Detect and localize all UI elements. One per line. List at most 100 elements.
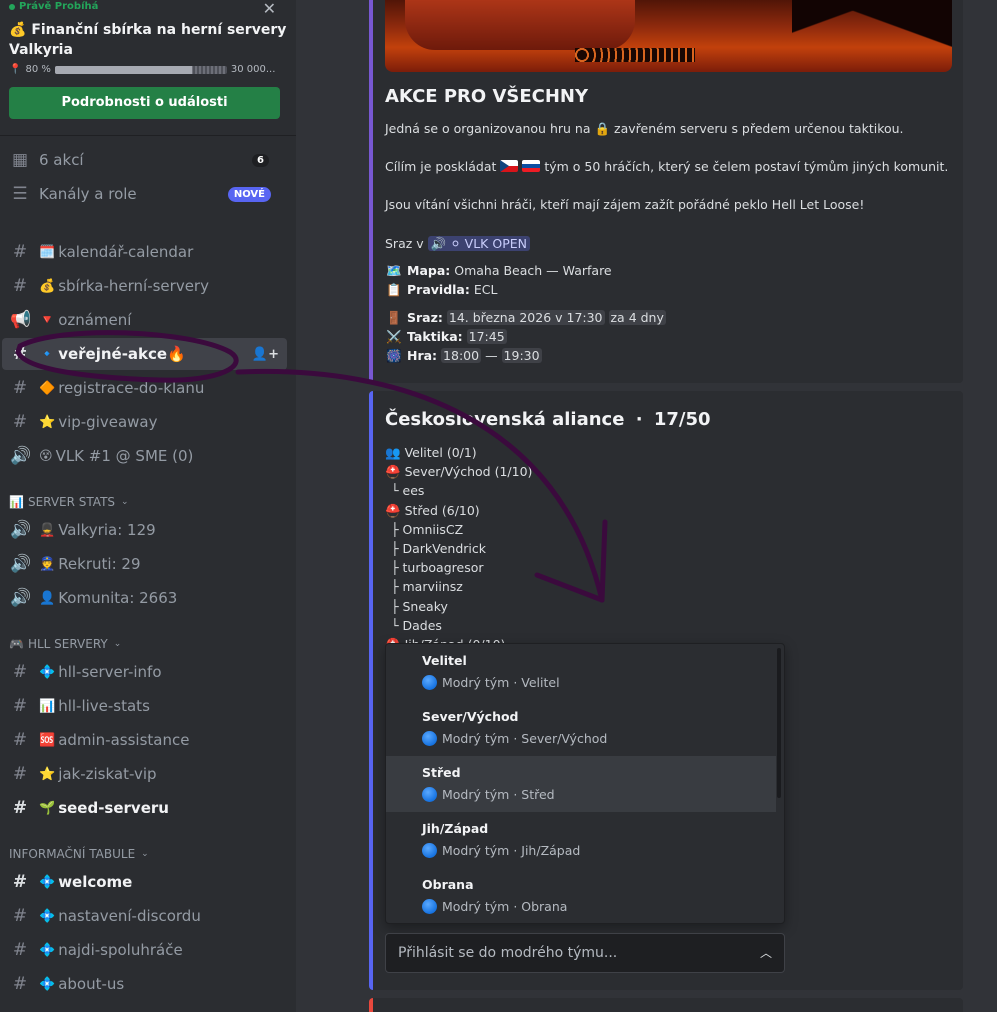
event-details-button[interactable]: Podrobnosti o události	[9, 87, 280, 119]
team-count: 17/50	[653, 409, 711, 430]
dropdown-option[interactable]: Obrana Modrý tým · Obrana	[386, 868, 776, 923]
event-progress: 📍 80 % 30 000...	[9, 64, 287, 75]
channel-admin-assistance[interactable]: # 🆘 admin-assistance	[0, 724, 288, 756]
option-title: Obrana	[422, 877, 474, 892]
field-value: Omaha Beach — Warfare	[454, 263, 612, 278]
roster-row: 👥 Velitel (0/1)	[385, 443, 532, 462]
red-triangle-icon: 🔻	[39, 312, 56, 328]
dropdown-option[interactable]: Velitel Modrý tým · Velitel	[386, 644, 776, 700]
channel-najdi-spoluhrace[interactable]: # 💠 najdi-spoluhráče	[0, 934, 288, 966]
select-placeholder: Přihlásit se do modrého týmu...	[398, 945, 618, 961]
czech-flag-icon	[500, 160, 519, 172]
diamond-icon: 💠	[39, 664, 56, 680]
soldier-silhouette	[792, 0, 952, 72]
blue-circle-icon	[422, 899, 437, 914]
tank-wheels	[575, 48, 695, 62]
hash-thread-icon: #	[12, 798, 28, 818]
add-member-icon[interactable]: 👤+	[252, 347, 279, 362]
channel-label: about-us	[58, 975, 125, 993]
roster-row: ├ turboagresor	[391, 560, 484, 576]
hash-icon: #	[12, 378, 28, 398]
dizzy-face-icon: 😵	[39, 448, 53, 464]
channel-verejne-akce[interactable]: # 🔹 veřejné-akce🔥 👤+	[2, 338, 287, 370]
dropdown-option[interactable]: Sever/Východ Modrý tým · Sever/Východ	[386, 700, 776, 756]
events-row[interactable]: ▦ 6 akcí 6	[0, 144, 288, 176]
stat-channel-komunita[interactable]: 🔊 👤 Komunita: 2663	[0, 582, 288, 614]
lock-icon: 🔒	[594, 121, 611, 136]
option-desc-text: Modrý tým · Střed	[442, 787, 555, 802]
diamond-icon: 💠	[39, 976, 56, 992]
channel-oznameni[interactable]: 📢 🔻 oznámení	[0, 304, 288, 336]
voice-channel-vlk1[interactable]: 🔊 😵 VLK #1 @ SME (0)	[0, 440, 288, 472]
progress-bar	[54, 65, 227, 74]
sos-icon: 🆘	[39, 732, 56, 748]
roster-row: ├ marviinsz	[391, 579, 463, 595]
hash-icon: #	[12, 872, 28, 892]
channels-roles-label: Kanály a role	[39, 185, 137, 203]
team-embed-title: Československá aliance · 17/50	[385, 409, 711, 430]
field-value: ECL	[473, 282, 498, 297]
dropdown-option[interactable]: Střed Modrý tým · Střed	[386, 756, 776, 812]
crossed-swords-icon: ⚔️	[386, 329, 402, 344]
channel-kalendar[interactable]: # 🗓️ kalendář-calendar	[0, 236, 288, 268]
channel-label: admin-assistance	[58, 731, 190, 749]
roster-row: ⛑️ Střed (6/10)	[385, 501, 532, 520]
channel-label: hll-live-stats	[58, 697, 150, 715]
orange-diamond-icon: 🔶	[39, 380, 56, 396]
channel-nastaveni-discordu[interactable]: # 💠 nastavení-discordu	[0, 900, 288, 932]
roster-row: ├ DarkVendrick	[391, 541, 487, 557]
hash-icon: #	[12, 906, 28, 926]
roster-text: Velitel (0/1)	[404, 445, 477, 460]
channel-registrace[interactable]: # 🔶 registrace-do-klanu	[0, 372, 288, 404]
channel-hll-live-stats[interactable]: # 📊 hll-live-stats	[0, 690, 288, 722]
channel-label: jak-ziskat-vip	[58, 765, 157, 783]
channel-label: Rekruti: 29	[58, 555, 141, 573]
speaker-icon: 🔊	[430, 236, 447, 251]
option-desc: Modrý tým · Jih/Západ	[422, 843, 580, 858]
close-icon[interactable]: ✕	[263, 0, 276, 18]
embed-line-3: Jsou vítání všichni hráči, kteří mají zá…	[385, 197, 865, 212]
calendar-icon: ▦	[11, 150, 29, 170]
speaker-icon: 🔊	[10, 446, 32, 466]
dropdown-scrollbar[interactable]	[777, 648, 781, 798]
blue-circle-icon	[422, 787, 437, 802]
dropdown-option[interactable]: Jih/Západ Modrý tým · Jih/Západ	[386, 812, 776, 868]
tank-shape	[405, 0, 635, 50]
channel-seed-serveru[interactable]: # 🌱 seed-serveru	[0, 792, 288, 824]
helmet-icon: ⛑️	[385, 464, 401, 480]
embed-sraz-line: Sraz v 🔊 ⚪ VLK OPEN	[385, 235, 530, 253]
category-label: HLL SERVERY	[27, 637, 108, 651]
event-embed: AKCE PRO VŠECHNY Jedná se o organizovano…	[369, 0, 963, 383]
speaker-icon: 🔊	[10, 554, 32, 574]
speaker-icon: 🔊	[10, 588, 32, 608]
channel-label: najdi-spoluhráče	[58, 941, 183, 959]
category-hll-servery[interactable]: 🎮 HLL SERVERY ⌄	[9, 634, 121, 654]
option-desc: Modrý tým · Obrana	[422, 899, 567, 914]
channel-vip-giveaway[interactable]: # ⭐ vip-giveaway	[0, 406, 288, 438]
channel-welcome[interactable]: # 💠 welcome	[0, 866, 288, 898]
event-live-status: Právě Probíhá	[9, 0, 287, 12]
channel-hll-server-info[interactable]: # 💠 hll-server-info	[0, 656, 288, 688]
channel-jak-ziskat-vip[interactable]: # ⭐ jak-ziskat-vip	[0, 758, 288, 790]
option-title: Velitel	[422, 653, 467, 668]
events-label: 6 akcí	[39, 151, 84, 169]
team-select[interactable]: Přihlásit se do modrého týmu... ︿	[385, 933, 785, 973]
live-dot-icon	[9, 3, 15, 10]
channel-sbirka[interactable]: # 💰 sbírka-herní-servery	[0, 270, 288, 302]
star-icon: ⭐	[39, 414, 56, 430]
hash-icon: #	[12, 276, 28, 296]
stat-channel-rekruti[interactable]: 🔊 👮 Rekruti: 29	[0, 548, 288, 580]
channel-about-us[interactable]: # 💠 about-us	[0, 968, 288, 1000]
stat-channel-valkyria[interactable]: 🔊 💂 Valkyria: 129	[0, 514, 288, 546]
channels-roles-row[interactable]: ☰ Kanály a role NOVÉ	[0, 178, 288, 210]
embed-line-2: Cílím je poskládat tým o 50 hráčích, kte…	[385, 158, 948, 176]
dash: —	[485, 348, 498, 363]
voice-channel-mention[interactable]: 🔊 ⚪ VLK OPEN	[427, 236, 530, 251]
sparkler-icon: 🎆	[386, 348, 402, 363]
embed-line-1: Jedná se o organizovanou hru na 🔒 zavřen…	[385, 120, 904, 138]
category-informacni-tabule[interactable]: INFORMAČNÍ TABULE ⌄	[9, 844, 149, 864]
diamond-icon: 💠	[39, 942, 56, 958]
category-server-stats[interactable]: 📊 SERVER STATS ⌄	[9, 492, 129, 512]
gamepad-icon: 🎮	[9, 637, 24, 651]
roster-row: └ Dades	[391, 617, 442, 633]
